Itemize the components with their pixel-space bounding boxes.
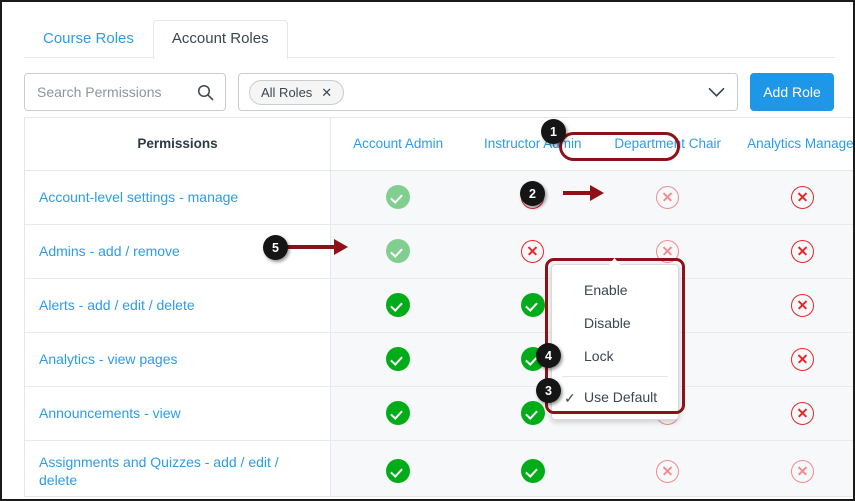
search-icon <box>197 84 214 101</box>
permissions-page: Course Roles Account Roles Search Permis… <box>0 0 855 501</box>
permissions-table-wrap: Permissions Account Admin Instructor Adm… <box>24 117 853 497</box>
state-cross-icon[interactable] <box>791 185 815 209</box>
state-check-icon[interactable] <box>386 185 411 209</box>
column-header-permissions: Permissions <box>25 118 331 171</box>
table-header-row: Permissions Account Admin Instructor Adm… <box>25 118 853 171</box>
cell-instructor-admin[interactable] <box>465 440 601 496</box>
menu-item-disable-label: Disable <box>584 314 631 331</box>
annotation-badge-1: 1 <box>541 119 566 144</box>
table-row: Account-level settings - manage <box>25 170 853 225</box>
state-check-icon[interactable] <box>520 459 545 483</box>
cell-analytics-manager[interactable] <box>735 440 853 496</box>
permission-label[interactable]: Announcements - view <box>25 386 331 441</box>
cell-account-admin[interactable] <box>330 440 466 496</box>
table-body: Account-level settings - manage Admins -… <box>25 170 853 496</box>
state-cross-icon[interactable] <box>656 185 680 209</box>
search-input[interactable]: Search Permissions <box>25 84 197 100</box>
cell-department-chair[interactable] <box>600 170 736 225</box>
state-check-icon[interactable] <box>386 347 411 371</box>
state-cross-icon[interactable] <box>521 239 545 263</box>
table-row: Alerts - add / edit / delete <box>25 278 853 333</box>
cell-department-chair[interactable] <box>600 440 736 496</box>
search-permissions-field[interactable]: Search Permissions <box>24 73 226 111</box>
state-cross-icon[interactable] <box>656 239 680 263</box>
cell-analytics-manager[interactable] <box>735 278 853 333</box>
roles-filter-select[interactable]: All Roles ✕ <box>238 73 738 111</box>
menu-item-enable[interactable]: Enable <box>552 273 678 306</box>
cell-analytics-manager[interactable] <box>735 332 853 387</box>
permission-label[interactable]: Account-level settings - manage <box>25 170 331 225</box>
menu-divider <box>562 376 668 377</box>
state-check-icon[interactable] <box>386 293 411 317</box>
table-row: Admins - add / remove <box>25 224 853 279</box>
filter-pill-all-roles[interactable]: All Roles ✕ <box>249 79 345 105</box>
tab-course-roles-label: Course Roles <box>43 30 134 47</box>
tab-bar: Course Roles Account Roles <box>2 16 853 59</box>
annotation-badge-2: 2 <box>520 181 545 206</box>
menu-item-use-default-label: Use Default <box>584 388 658 405</box>
column-header-instructor-admin[interactable]: Instructor Admin <box>465 118 601 171</box>
permissions-table: Permissions Account Admin Instructor Adm… <box>25 118 853 496</box>
chevron-down-icon[interactable] <box>708 87 727 98</box>
permission-label[interactable]: Analytics - view pages <box>25 332 331 387</box>
tab-account-roles-label: Account Roles <box>171 30 269 47</box>
table-row: Announcements - view <box>25 386 853 441</box>
annotation-badge-3: 3 <box>536 378 561 403</box>
cell-analytics-manager[interactable] <box>735 386 853 441</box>
cell-analytics-manager[interactable] <box>735 170 853 225</box>
cell-analytics-manager[interactable] <box>735 224 853 279</box>
cell-account-admin[interactable] <box>330 170 466 225</box>
menu-item-lock-label: Lock <box>584 347 614 364</box>
state-cross-icon[interactable] <box>791 239 815 263</box>
toolbar: Search Permissions All Roles ✕ Add Role <box>24 72 834 112</box>
cell-account-admin[interactable] <box>330 332 466 387</box>
state-check-icon[interactable] <box>520 293 545 317</box>
annotation-arrow-2 <box>563 185 604 201</box>
table-row: Assignments and Quizzes - add / edit / d… <box>25 440 853 496</box>
menu-item-enable-label: Enable <box>584 281 628 298</box>
state-check-icon[interactable] <box>520 401 545 425</box>
state-cross-icon[interactable] <box>791 459 815 483</box>
menu-item-use-default[interactable]: ✓ Use Default <box>552 380 678 413</box>
state-check-icon[interactable] <box>386 401 411 425</box>
filter-pill-label: All Roles <box>261 84 313 100</box>
tab-course-roles[interactable]: Course Roles <box>24 20 153 58</box>
state-check-icon[interactable] <box>386 459 411 483</box>
state-check-icon[interactable] <box>386 239 411 263</box>
cell-account-admin[interactable] <box>330 278 466 333</box>
permission-state-menu: Enable Disable Lock ✓ Use Default <box>551 264 679 420</box>
table-row: Analytics - view pages <box>25 332 853 387</box>
annotation-badge-4: 4 <box>536 343 561 368</box>
permission-label[interactable]: Alerts - add / edit / delete <box>25 278 331 333</box>
state-cross-icon[interactable] <box>656 459 680 483</box>
annotation-arrow-5 <box>286 239 348 255</box>
cell-account-admin[interactable] <box>330 386 466 441</box>
cell-account-admin[interactable] <box>330 224 466 279</box>
state-cross-icon[interactable] <box>791 347 815 371</box>
table-head: Permissions Account Admin Instructor Adm… <box>25 118 853 171</box>
column-header-department-chair[interactable]: Department Chair <box>600 118 736 171</box>
permission-label[interactable]: Assignments and Quizzes - add / edit / d… <box>25 440 331 496</box>
checkmark-icon: ✓ <box>564 389 576 406</box>
state-cross-icon[interactable] <box>791 401 815 425</box>
column-header-account-admin[interactable]: Account Admin <box>330 118 466 171</box>
menu-item-disable[interactable]: Disable <box>552 306 678 339</box>
state-cross-icon[interactable] <box>791 293 815 317</box>
tab-account-roles[interactable]: Account Roles <box>152 20 288 59</box>
add-role-button[interactable]: Add Role <box>750 73 834 111</box>
close-icon[interactable]: ✕ <box>321 86 332 99</box>
menu-item-lock[interactable]: Lock <box>552 339 678 372</box>
column-header-analytics-manager[interactable]: Analytics Manager <box>735 118 853 171</box>
annotation-badge-5: 5 <box>263 235 288 260</box>
